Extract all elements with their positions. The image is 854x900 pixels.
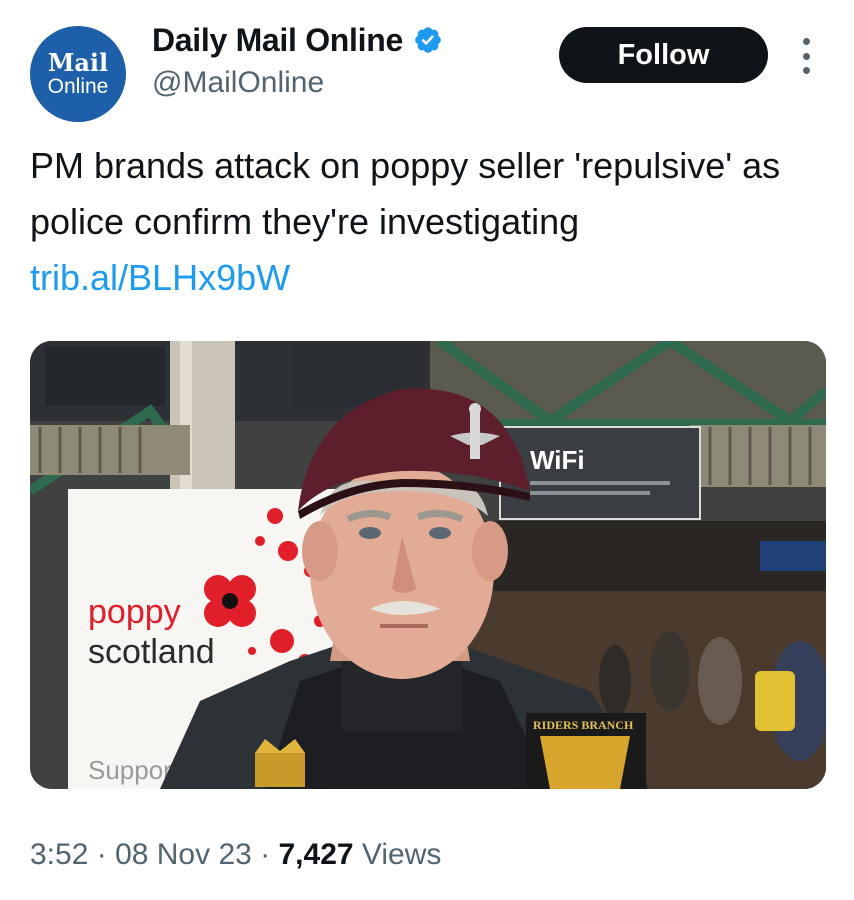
more-dot (802, 38, 810, 45)
meta-separator: · (96, 838, 116, 871)
tweet-time[interactable]: 3:52 (30, 838, 88, 871)
tweet-meta: 3:52 · 08 Nov 23 · 7,427 Views (30, 838, 441, 872)
more-dot (802, 52, 810, 60)
meta-separator: · (260, 838, 279, 871)
avatar-text-line1: Mail (47, 48, 109, 77)
patch-text: RIDERS BRANCH (533, 718, 634, 732)
follow-button[interactable]: Follow (559, 27, 768, 83)
tweet-link[interactable]: trib.al/BLHx9bW (30, 257, 290, 298)
more-dot (802, 67, 810, 74)
views-count: 7,427 (278, 838, 354, 871)
author-name-row: Daily Mail Online (152, 20, 443, 60)
tweet-media-image[interactable]: WiFi poppy scotland Support RIDERS BRANC… (30, 341, 826, 789)
avatar-text-line2: Online (47, 75, 109, 98)
author-display-name[interactable]: Daily Mail Online (152, 22, 403, 59)
photo-scene: WiFi poppy scotland Support RIDERS BRANC… (30, 341, 826, 789)
banner-text-line1: poppy (88, 593, 181, 631)
avatar[interactable]: Mail Online (30, 26, 126, 122)
views-label: Views (361, 838, 442, 871)
verified-badge-icon (415, 27, 441, 53)
more-options-icon[interactable] (796, 38, 816, 74)
tweet-body: PM brands attack on poppy seller 'repuls… (30, 145, 781, 242)
tweet-text: PM brands attack on poppy seller 'repuls… (30, 138, 830, 306)
tweet-date[interactable]: 08 Nov 23 (115, 838, 252, 871)
riders-branch-patch-icon: RIDERS BRANCH (526, 713, 646, 789)
banner-text-line2: scotland (88, 633, 215, 671)
wifi-sign-text: WiFi (530, 445, 585, 475)
author-handle[interactable]: @MailOnline (152, 66, 324, 100)
